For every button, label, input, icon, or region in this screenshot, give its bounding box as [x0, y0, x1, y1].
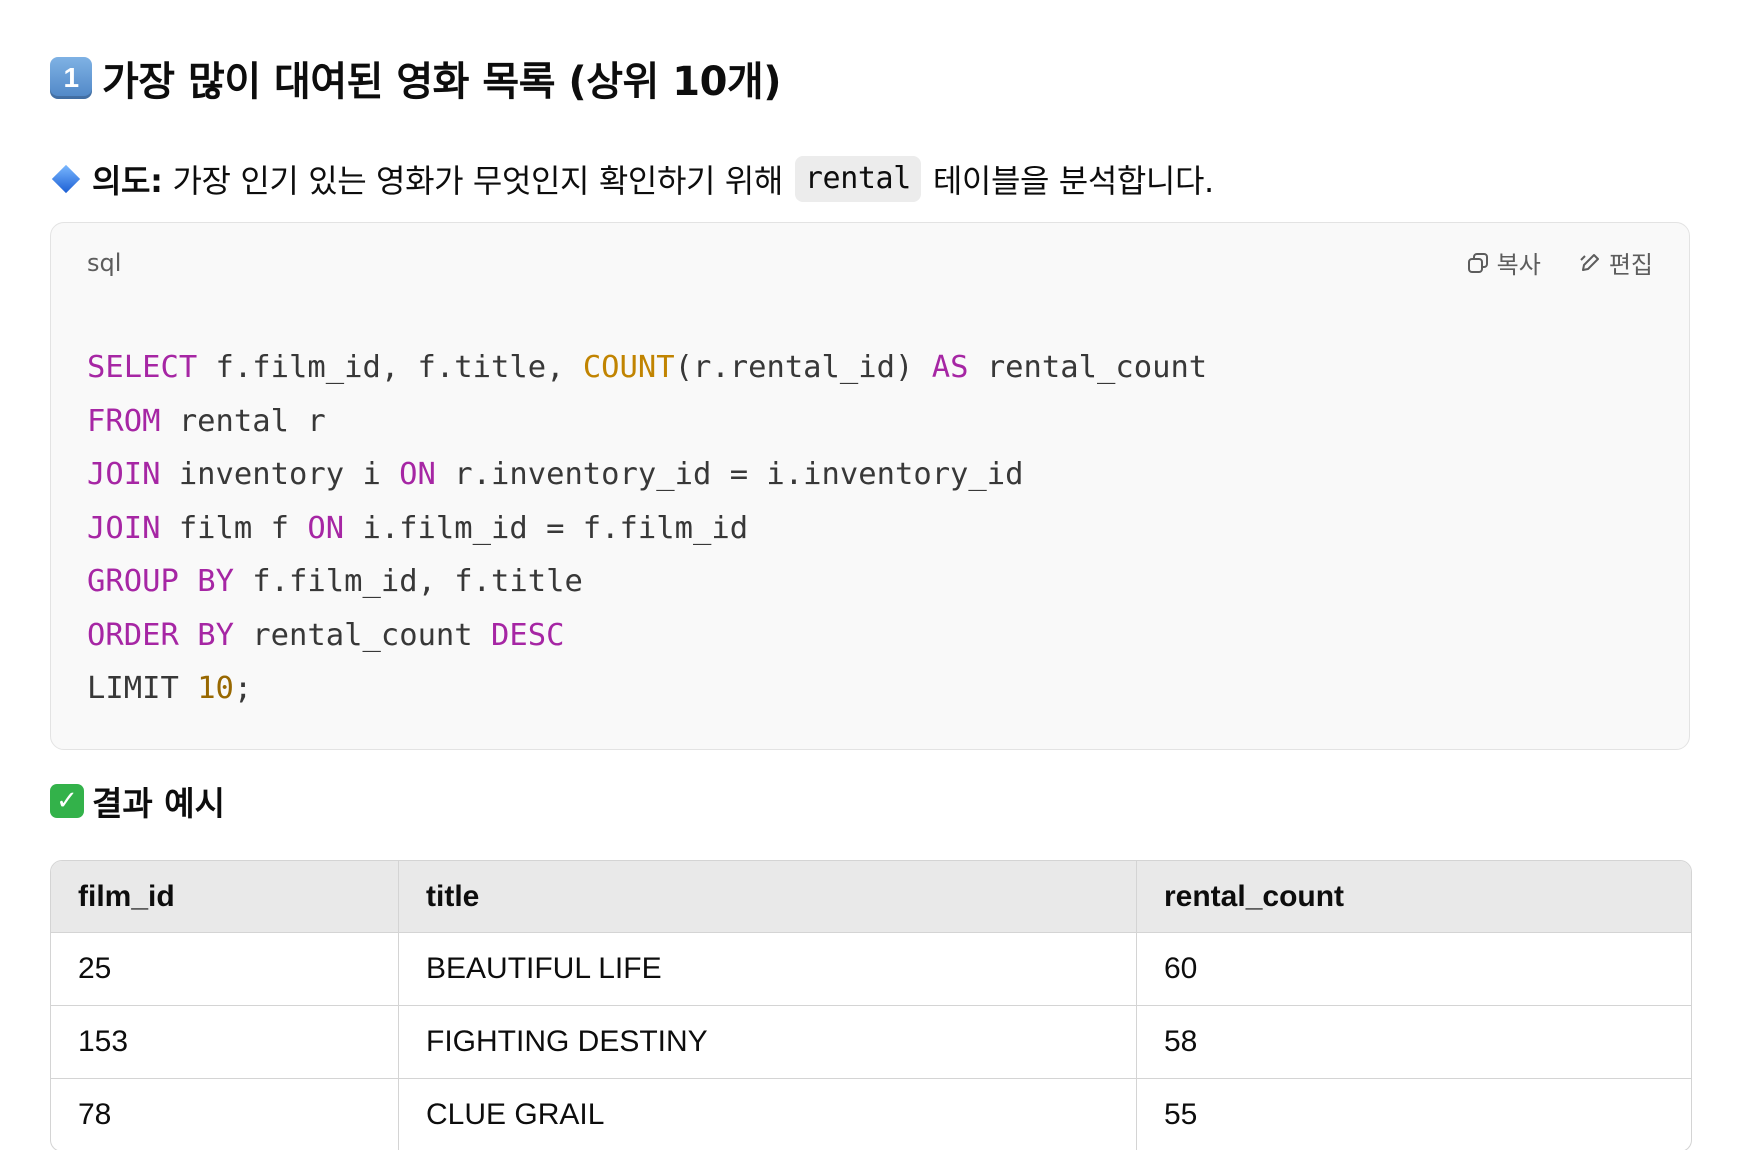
section-heading-text: 가장 많이 대여된 영화 목록 (상위 10개) — [102, 59, 781, 105]
copy-icon — [1467, 252, 1488, 273]
keycap-number-icon: 1 — [50, 57, 92, 99]
copy-button[interactable]: 복사 — [1467, 245, 1541, 280]
copy-button-label: 복사 — [1496, 251, 1541, 279]
table-row: 153 FIGHTING DESTINY 58 — [51, 1005, 1691, 1079]
code-block: sql 복사 편집 SELECT f.film_id, f.title, COU… — [50, 222, 1690, 750]
table-cell: 58 — [1136, 1005, 1691, 1079]
table-row: 25 BEAUTIFUL LIFE 60 — [51, 932, 1691, 1006]
edit-button-label: 편집 — [1608, 251, 1653, 279]
blue-diamond-icon — [51, 164, 81, 194]
sql-code: SELECT f.film_id, f.title, COUNT(r.renta… — [87, 341, 1207, 716]
inline-code-table-name: rental — [794, 156, 921, 202]
intent-paragraph: 의도: 가장 인기 있는 영화가 무엇인지 확인하기 위해 rental 테이블… — [50, 156, 1752, 202]
result-heading-text: 결과 예시 — [92, 784, 225, 823]
result-table-container: film_id title rental_count 25 BEAUTIFUL … — [50, 860, 1692, 1150]
result-table: film_id title rental_count 25 BEAUTIFUL … — [51, 861, 1691, 1150]
code-line: JOIN film f ON i.film_id = f.film_id — [87, 510, 749, 546]
code-actions: 복사 편집 — [1467, 245, 1653, 280]
code-line: JOIN inventory i ON r.inventory_id = i.i… — [87, 457, 1024, 492]
table-cell: CLUE GRAIL — [398, 1078, 1137, 1150]
code-line: ORDER BY rental_count DESC — [87, 617, 565, 653]
section-heading: 1 가장 많이 대여된 영화 목록 (상위 10개) — [50, 42, 1752, 114]
code-line: LIMIT 10; — [87, 671, 253, 706]
chat-response: 1 가장 많이 대여된 영화 목록 (상위 10개) 의도: 가장 인기 있는 … — [0, 0, 1752, 1150]
column-header: title — [398, 861, 1137, 933]
table-cell: BEAUTIFUL LIFE — [398, 932, 1137, 1006]
table-header-row: film_id title rental_count — [51, 861, 1691, 933]
result-heading: ✓ 결과 예시 — [50, 776, 1752, 826]
table-cell: 25 — [51, 932, 399, 1006]
table-cell: FIGHTING DESTINY — [398, 1005, 1137, 1079]
column-header: film_id — [51, 861, 399, 933]
table-cell: 78 — [51, 1078, 399, 1150]
table-cell: 153 — [51, 1005, 399, 1079]
intent-label: 의도: — [92, 162, 163, 200]
table-cell: 55 — [1164, 1098, 1198, 1131]
intent-text-before: 가장 인기 있는 영화가 무엇인지 확인하기 위해 — [172, 162, 783, 200]
pencil-icon — [1580, 253, 1599, 271]
table-cell: 60 — [1136, 932, 1691, 1006]
code-line: GROUP BY f.film_id, f.title — [87, 564, 583, 599]
code-line: SELECT f.film_id, f.title, COUNT(r.renta… — [87, 350, 1208, 385]
code-language-label: sql — [87, 249, 122, 277]
code-line: FROM rental r — [87, 403, 326, 439]
intent-text-after: 테이블을 분석합니다. — [932, 162, 1214, 200]
table-row: 78 CLUE GRAIL 55 — [51, 1078, 1691, 1150]
column-header: rental_count — [1136, 861, 1691, 933]
edit-button[interactable]: 편집 — [1579, 245, 1653, 280]
check-mark-icon: ✓ — [50, 784, 84, 818]
